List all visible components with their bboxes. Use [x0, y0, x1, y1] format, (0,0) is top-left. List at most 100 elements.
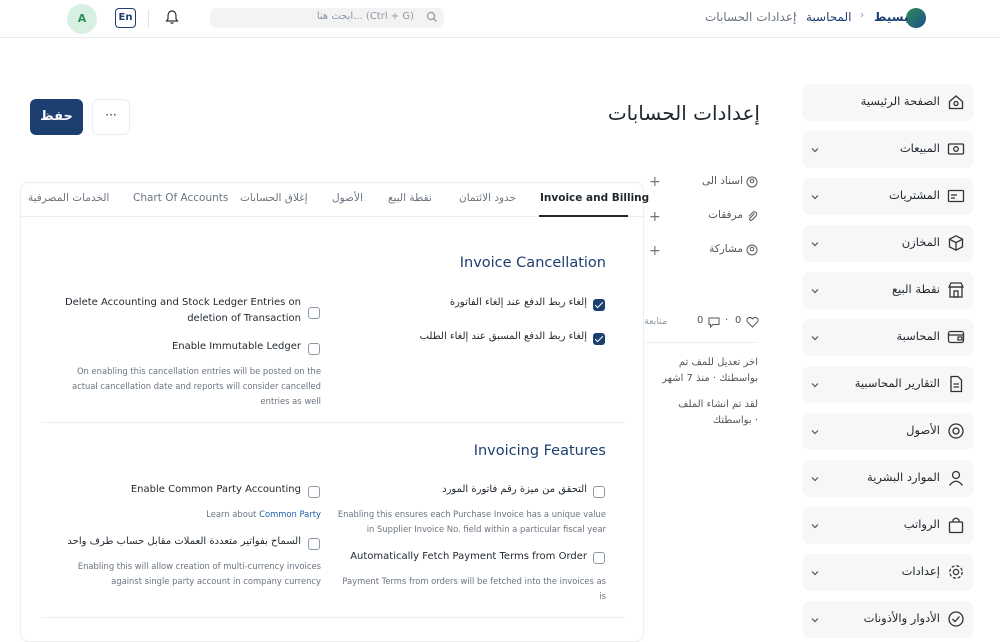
chevron-down-icon [811, 524, 819, 529]
heart-icon[interactable] [746, 316, 759, 328]
sidebar-item-roles[interactable]: الأدوار والأذونات [802, 601, 974, 638]
chevron-down-icon [811, 289, 819, 294]
more-actions-button[interactable]: ··· [92, 99, 130, 135]
chevron-down-icon [811, 618, 819, 623]
notification-bell-icon[interactable] [165, 9, 179, 25]
sidebar-item-stock[interactable]: المخازن [802, 225, 974, 262]
checkbox-label: Automatically Fetch Payment Terms from O… [350, 551, 587, 562]
search-placeholder: ابحث هنا... (Ctrl + G) [316, 11, 414, 22]
enable-common-party-accounting-checkbox[interactable] [308, 486, 320, 498]
sidebar-item-label: المبيعات [899, 141, 940, 155]
add-share-button[interactable]: + [649, 243, 661, 259]
help-text: Enabling this ensures each Purchase Invo… [336, 507, 606, 537]
help-line: On enabling this cancellation entries wi… [76, 366, 321, 376]
active-tab-indicator [539, 215, 628, 217]
sidebar-item-label: إعدادات [901, 564, 940, 578]
tab-banking[interactable]: الخدمات المصرفية [28, 192, 109, 204]
sidebar-item-hr[interactable]: الموارد البشرية [802, 460, 974, 497]
attachments-label[interactable]: مرفقات [708, 209, 743, 221]
save-button[interactable]: حفظ [30, 99, 83, 135]
activity-created: لقد تم انشاء الملف بواسطتك · [638, 397, 758, 429]
activity-text: اخر تعديل للمف تم [678, 357, 758, 368]
comment-icon[interactable] [708, 317, 720, 328]
delete-ledger-entries-checkbox[interactable] [308, 307, 320, 319]
label-line: Delete Accounting and Stock Ledger Entri… [64, 297, 301, 308]
follow-link[interactable]: متابعة [644, 316, 667, 327]
section-divider [41, 617, 625, 618]
chevron-down-icon [811, 242, 819, 247]
settings-form-card: Invoice and Billing حدود الائتمان نقطة ا… [20, 182, 649, 642]
allow-multi-currency-invoices-checkbox[interactable] [308, 538, 320, 550]
top-navbar: بسيط › المحاسبة › إعدادات الحسابات ابحث … [0, 0, 1000, 38]
cash-icon [947, 143, 965, 155]
assigned-to-label[interactable]: اسناد الى [702, 175, 743, 187]
sidebar-item-pos[interactable]: نقطة البيع [802, 272, 974, 309]
sidebar-item-accounting-reports[interactable]: التقارير المحاسبية [802, 366, 974, 403]
page-title: إعدادات الحسابات [607, 101, 760, 125]
search-icon [426, 11, 437, 22]
sidebar-item-assets[interactable]: الأصول [802, 413, 974, 450]
check-supplier-invoice-number-checkbox[interactable] [593, 486, 605, 498]
sidebar-item-label: الموارد البشرية [867, 470, 940, 484]
sidebar-item-payroll[interactable]: الرواتب [802, 507, 974, 544]
label-line: deletion of Transaction [187, 313, 301, 324]
tab-closing[interactable]: إغلاق الحسابات [240, 192, 308, 204]
asset-icon [948, 423, 964, 439]
checkbox-label: السماح بفواتير متعددة العملات مقابل حساب… [67, 536, 301, 547]
card-icon [947, 189, 965, 203]
sidebar-item-accounting[interactable]: المحاسبة [802, 319, 974, 356]
tab-pos[interactable]: نقطة البيع [388, 192, 432, 204]
divider [644, 342, 758, 343]
chevron-down-icon [811, 477, 819, 482]
language-toggle-button[interactable]: En [115, 8, 136, 28]
tab-invoice-billing[interactable]: Invoice and Billing [540, 192, 649, 204]
sidebar-item-settings[interactable]: إعدادات [802, 554, 974, 591]
share-icon [746, 244, 758, 256]
tab-assets[interactable]: الأصول [332, 192, 363, 204]
wallet-icon [947, 330, 965, 344]
share-label[interactable]: مشاركة [709, 243, 743, 255]
breadcrumb-current[interactable]: إعدادات الحسابات [705, 10, 796, 24]
tab-chart-of-accounts[interactable]: Chart Of Accounts [133, 192, 228, 204]
search-input[interactable]: ابحث هنا... (Ctrl + G) [210, 8, 444, 28]
help-line: is [599, 591, 606, 601]
checkbox-label: إلغاء ربط الدفع عند إلغاء الفاتورة [449, 297, 587, 308]
sidebar-item-label: المشتريات [889, 188, 940, 202]
brand-logo[interactable] [906, 8, 926, 28]
add-assignee-button[interactable]: + [649, 174, 661, 190]
add-attachment-button[interactable]: + [649, 209, 661, 225]
enable-immutable-ledger-checkbox[interactable] [308, 343, 320, 355]
sidebar-item-sales[interactable]: المبيعات [802, 131, 974, 168]
section-divider [41, 422, 625, 423]
gear-icon [949, 565, 963, 579]
report-icon [950, 375, 963, 393]
checkbox-label: Enable Common Party Accounting [130, 484, 301, 495]
help-text: On enabling this cancellation entries wi… [51, 364, 321, 409]
sidebar-item-label: المحاسبة [896, 329, 940, 343]
activity-last-modified: اخر تعديل للمف تم بواسطتك · منذ 7 اشهر [638, 355, 758, 387]
tab-credit-limits[interactable]: حدود الائتمان [459, 192, 516, 204]
help-text: Payment Terms from orders will be fetche… [336, 574, 606, 604]
avatar[interactable]: A [67, 4, 97, 34]
help-line: Learn about [206, 509, 257, 519]
common-party-link[interactable]: Common Party [259, 509, 321, 519]
box-icon [948, 235, 964, 251]
bag-icon [948, 517, 964, 534]
help-line: against single party account in company … [111, 576, 321, 586]
shield-check-icon [948, 611, 964, 627]
activity-text: بواسطتك · [712, 415, 758, 426]
user-icon [948, 470, 964, 486]
brand-name[interactable]: بسيط [874, 10, 908, 24]
auto-fetch-payment-terms-checkbox[interactable] [593, 552, 605, 564]
unlink-advance-payment-checkbox[interactable] [593, 333, 605, 345]
sidebar-item-home[interactable]: الصفحة الرئيسية [802, 84, 974, 121]
sidebar-item-purchases[interactable]: المشتريات [802, 178, 974, 215]
paperclip-icon [748, 211, 758, 221]
breadcrumb-accounting[interactable]: المحاسبة [806, 10, 851, 24]
chevron-down-icon [811, 383, 819, 388]
section-title-invoicing-features: Invoicing Features [473, 443, 606, 459]
chevron-down-icon [811, 571, 819, 576]
help-line: actual cancellation date and reports wil… [71, 381, 321, 391]
unlink-payment-on-cancel-checkbox[interactable] [593, 299, 605, 311]
assign-user-icon [746, 176, 758, 188]
